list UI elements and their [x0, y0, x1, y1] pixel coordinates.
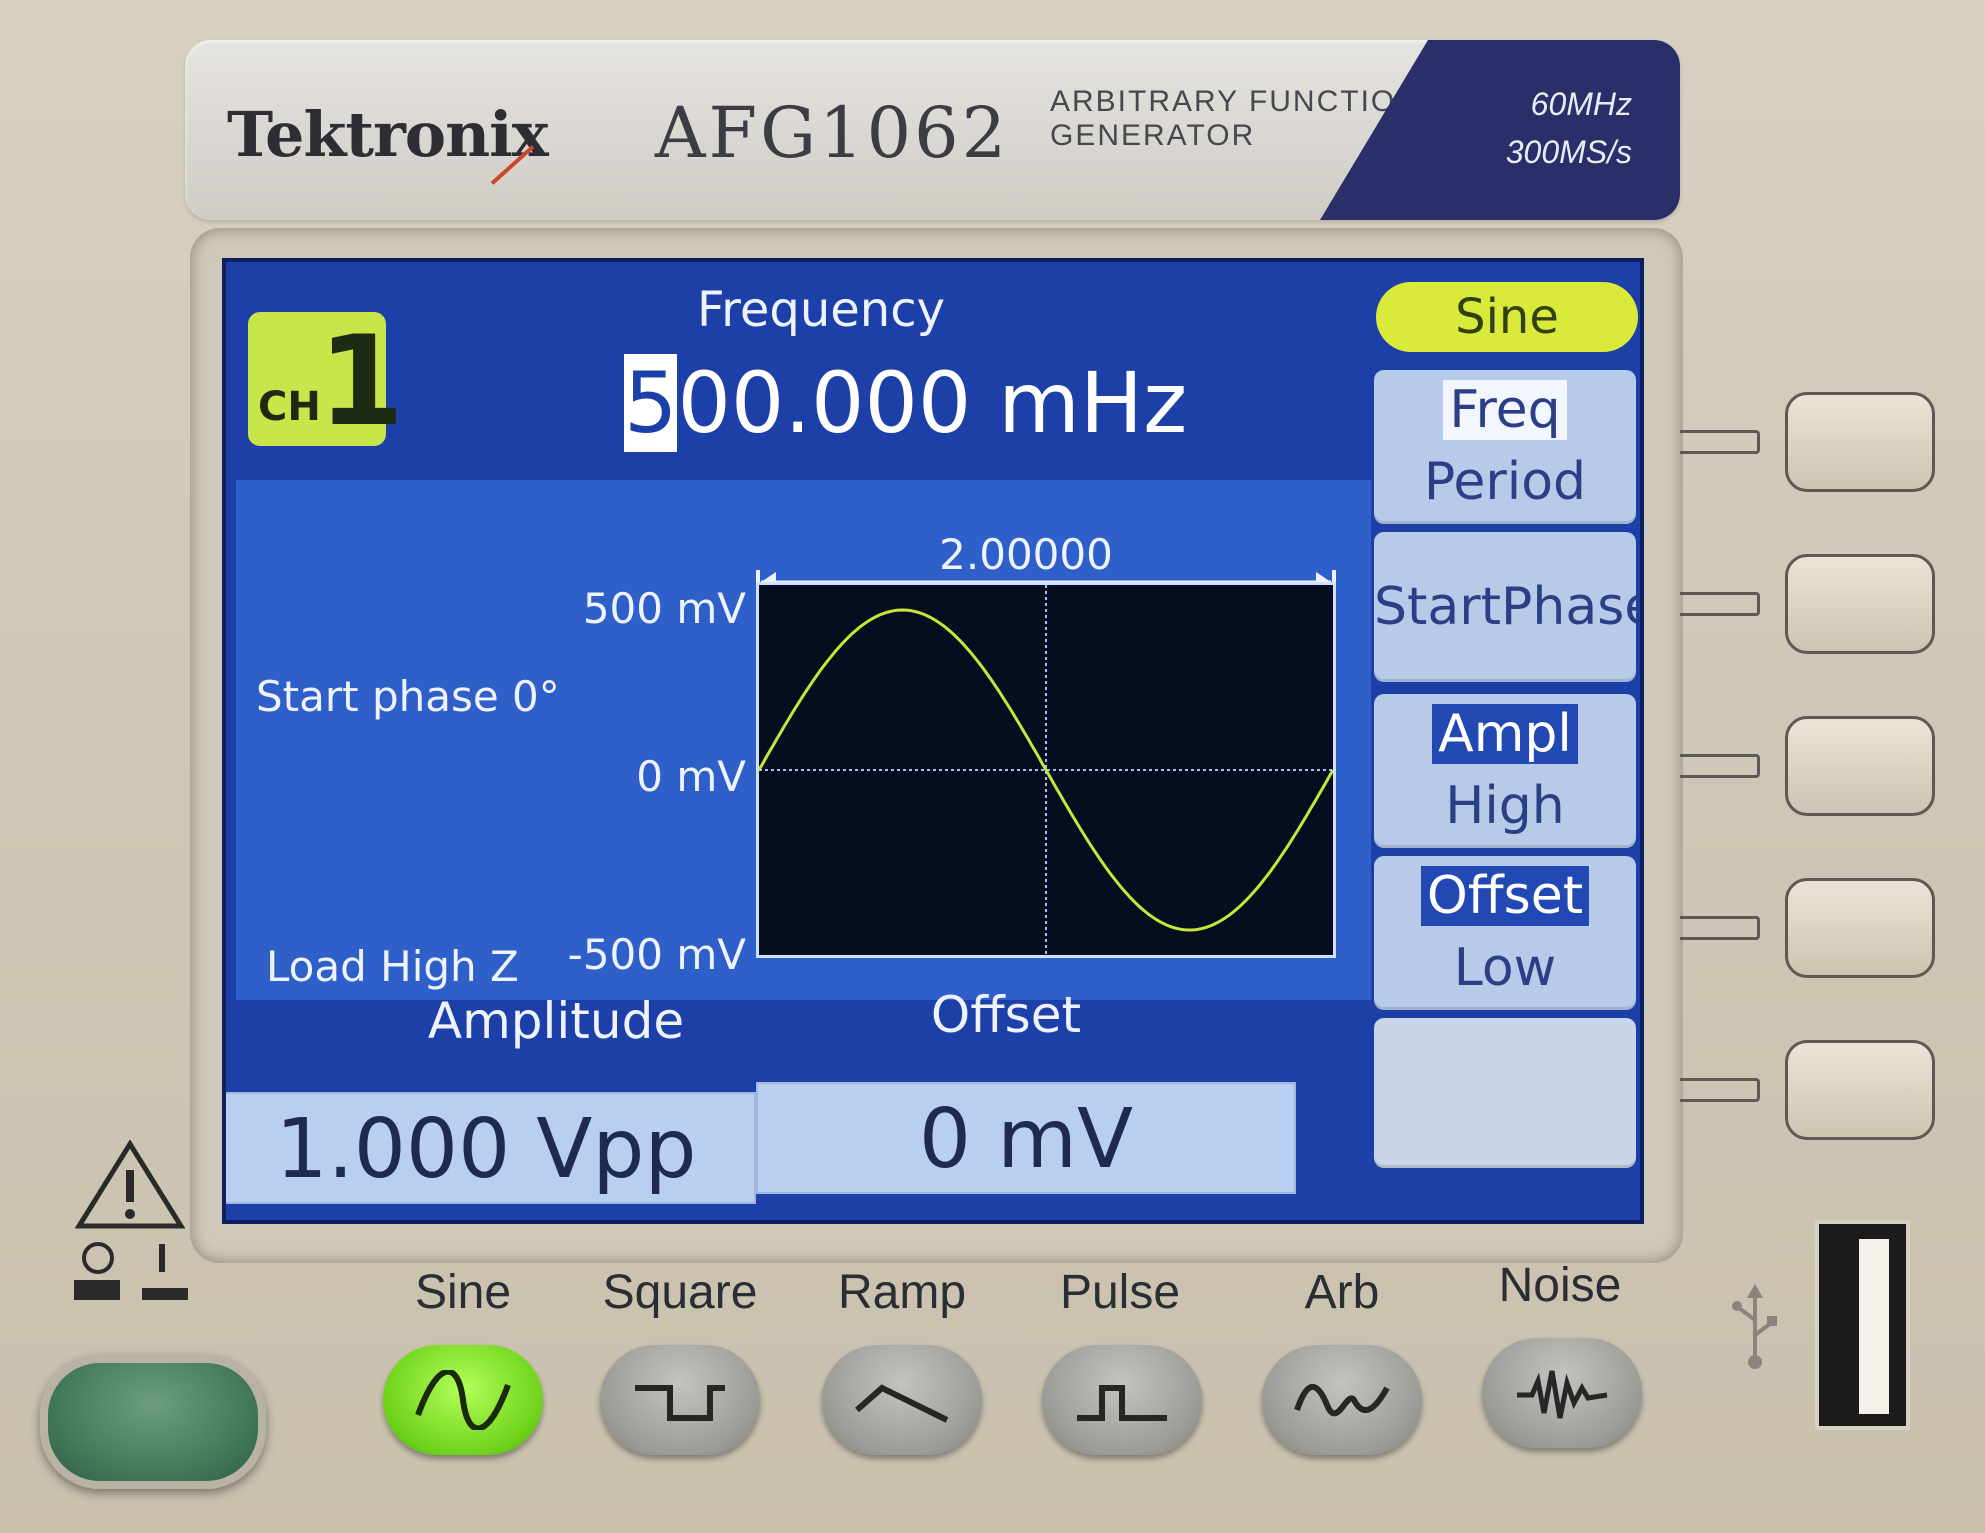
- waveform-svg: [757, 585, 1335, 955]
- frequency-cursor-digit: 5: [624, 354, 678, 452]
- start-phase-label: Start phase 0°: [256, 672, 560, 721]
- wave-type-badge: Sine: [1376, 282, 1638, 352]
- square-wave-icon: [635, 1385, 725, 1421]
- menu-period: Period: [1423, 452, 1587, 512]
- amplitude-title: Amplitude: [427, 992, 685, 1050]
- sine-button-label: Sine: [414, 1266, 512, 1319]
- side-connector-line: [1680, 430, 1760, 454]
- usb-port[interactable]: [1815, 1220, 1910, 1430]
- ramp-button[interactable]: [822, 1345, 982, 1455]
- y-axis-top-label: 500 mV: [582, 584, 746, 633]
- menu-high: High: [1445, 776, 1565, 836]
- power-button[interactable]: [40, 1355, 266, 1489]
- frequency-value[interactable]: 500.000 mHz: [624, 354, 1187, 452]
- square-button-label: Square: [602, 1266, 758, 1319]
- menu-ampl: Ampl: [1432, 704, 1578, 764]
- menu-start-phase: StartPhase: [1374, 577, 1644, 637]
- square-button[interactable]: [600, 1345, 760, 1455]
- side-connector-line: [1680, 1078, 1760, 1102]
- softkey-offset-low[interactable]: Offset Low: [1374, 856, 1636, 1010]
- arb-button[interactable]: [1262, 1345, 1422, 1455]
- spec-text: 60MHz 300MS/s: [1505, 86, 1632, 170]
- frequency-value-rest: 00.000 mHz: [677, 354, 1188, 452]
- power-indicator-icon: [74, 1242, 188, 1300]
- pulse-button-label: Pulse: [1059, 1266, 1181, 1319]
- side-connector-line: [1680, 916, 1760, 940]
- side-button-4[interactable]: [1785, 878, 1935, 978]
- offset-title: Offset: [930, 986, 1082, 1044]
- side-button-2[interactable]: [1785, 554, 1935, 654]
- brand-bar: Tektronix AFG1062 ARBITRARY FUNCTION GEN…: [185, 40, 1680, 220]
- side-button-5[interactable]: [1785, 1040, 1935, 1140]
- menu-low: Low: [1453, 938, 1557, 998]
- warning-icon: [75, 1140, 185, 1229]
- sine-button[interactable]: [383, 1345, 543, 1455]
- side-button-3[interactable]: [1785, 716, 1935, 816]
- model-name: AFG1062: [655, 92, 1010, 174]
- offset-field[interactable]: 0 mV: [756, 1082, 1296, 1194]
- channel-badge[interactable]: CH 1: [248, 310, 404, 454]
- side-button-1[interactable]: [1785, 392, 1935, 492]
- channel-label: CH: [258, 384, 321, 430]
- softkey-start-phase[interactable]: StartPhase: [1374, 532, 1640, 682]
- arb-button-label: Arb: [1304, 1266, 1380, 1319]
- y-axis-bottom-label: -500 mV: [567, 930, 746, 979]
- y-axis-mid-label: 0 mV: [636, 752, 746, 801]
- channel-number: 1: [318, 310, 405, 454]
- noise-wave-icon: [1517, 1370, 1608, 1419]
- noise-button-label: Noise: [1498, 1259, 1622, 1312]
- display-screen: CH 1 Frequency 500.000 mHz 2.00000 s 500…: [222, 258, 1644, 1224]
- brand-logo: Tektronix: [227, 98, 549, 171]
- usb-icon: [1732, 1284, 1777, 1369]
- load-label: Load High Z: [266, 942, 519, 991]
- sine-wave-icon: [415, 1370, 511, 1430]
- waveform-plot: [756, 582, 1336, 958]
- menu-freq: Freq: [1443, 380, 1567, 440]
- pulse-wave-icon: [1077, 1385, 1167, 1421]
- side-connector-line: [1680, 592, 1760, 616]
- frequency-title: Frequency: [697, 282, 945, 338]
- amplitude-field[interactable]: 1.000 Vpp: [226, 1092, 756, 1204]
- ramp-wave-icon: [855, 1384, 949, 1423]
- softkey-empty[interactable]: [1374, 1018, 1636, 1168]
- model-description: ARBITRARY FUNCTION GENERATOR: [1050, 85, 1420, 152]
- menu-offset: Offset: [1420, 866, 1590, 926]
- softkey-ampl-high[interactable]: Ampl High: [1374, 694, 1636, 848]
- pulse-button[interactable]: [1042, 1345, 1202, 1455]
- noise-button[interactable]: [1482, 1338, 1642, 1448]
- arb-wave-icon: [1294, 1383, 1390, 1417]
- ramp-button-label: Ramp: [837, 1266, 967, 1319]
- side-connector-line: [1680, 754, 1760, 778]
- softkey-freq-period[interactable]: Freq Period: [1374, 370, 1636, 524]
